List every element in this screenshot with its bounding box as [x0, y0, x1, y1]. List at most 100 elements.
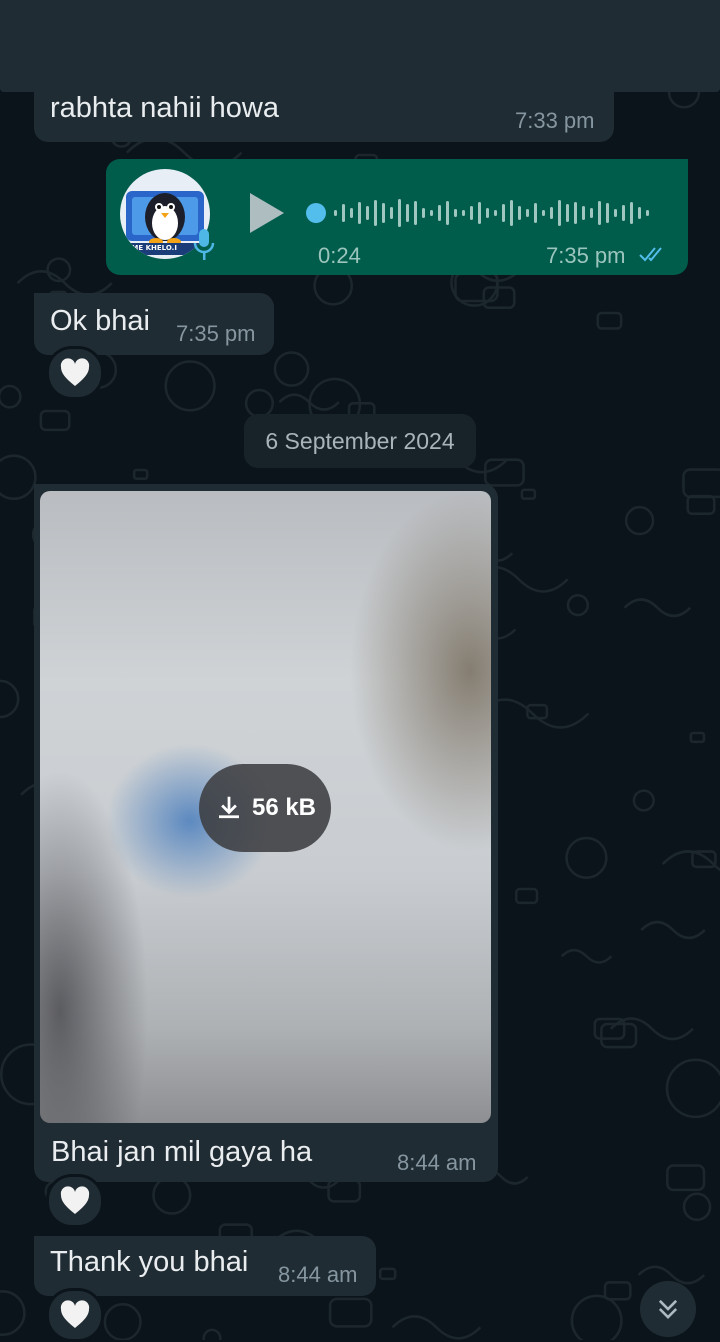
message-bubble-incoming[interactable]: Thank you bhai 8:44 am [34, 1236, 376, 1296]
wallpaper-doodle [132, 468, 149, 480]
double-chevron-down-icon [658, 1299, 678, 1319]
wallpaper-doodle [328, 1297, 373, 1328]
waveform-bar [614, 209, 617, 217]
wallpaper-doodle [152, 1175, 192, 1215]
more-vertical-icon [674, 27, 682, 59]
waveform-bar [358, 202, 361, 224]
double-check-icon [639, 247, 662, 262]
voice-duration: 0:24 [318, 243, 361, 268]
wallpaper-doodle [566, 593, 590, 617]
waveform-bar [502, 204, 505, 222]
download-icon [218, 796, 239, 819]
waveform-bar [430, 210, 433, 216]
wallpaper-doodle [570, 1294, 623, 1340]
waveform-bar [526, 209, 529, 217]
waveform-bar [414, 201, 417, 225]
wallpaper-doodle [682, 468, 720, 499]
wallpaper-doodle [482, 286, 516, 310]
message-time: 7:33 pm [515, 108, 595, 133]
white-heart-icon [60, 1300, 90, 1328]
wallpaper-doodle [640, 920, 706, 940]
message-text: Ok bhai [50, 305, 150, 337]
waveform-bar [590, 208, 593, 218]
waveform-bar [406, 204, 409, 222]
message-time: 7:35 pm [176, 321, 256, 346]
wallpaper-doodle [391, 1315, 482, 1340]
wallpaper-doodle [565, 836, 608, 879]
waveform-bar [486, 208, 489, 218]
reaction-badge[interactable] [46, 346, 104, 400]
waveform-bar [574, 202, 577, 224]
wallpaper-doodle [682, 1192, 712, 1222]
waveform-bar [558, 200, 561, 226]
waveform-bar [646, 210, 649, 216]
message-time: 8:44 am [278, 1262, 358, 1287]
wallpaper-doodle [665, 1058, 720, 1119]
reaction-badge[interactable] [46, 1288, 104, 1342]
menu-button[interactable] [657, 20, 699, 66]
waveform-bar [638, 207, 641, 219]
date-separator: 6 September 2024 [244, 414, 476, 468]
message-time: 7:35 pm [546, 243, 626, 268]
waveform-bar [478, 202, 481, 224]
waveform-bar [382, 203, 385, 223]
waveform-bar [494, 210, 497, 216]
wallpaper-doodle [603, 1281, 632, 1301]
waveform-bar [454, 209, 457, 217]
wallpaper-doodle [164, 360, 216, 412]
avatar-text: AME KHELO.I [126, 244, 177, 252]
waveform-bar [366, 206, 369, 220]
wallpaper-doodle [623, 598, 692, 618]
waveform-bar [510, 200, 513, 226]
wallpaper-doodle [39, 409, 71, 432]
message-text: rabhta nahii howa [50, 92, 279, 124]
waveform-bar [342, 204, 345, 222]
microphone-icon [193, 229, 215, 260]
white-heart-icon [60, 1186, 90, 1214]
waveform-bar [446, 201, 449, 225]
waveform-bar [422, 208, 425, 218]
voice-message-bubble[interactable]: AME KHELO.I 0:24 7:35 pm [106, 159, 688, 275]
waveform-bar [518, 206, 521, 220]
waveform-bar [438, 205, 441, 221]
message-bubble-incoming[interactable]: rabhta nahii howa 7:33 pm [34, 60, 614, 142]
reaction-badge[interactable] [46, 1174, 104, 1228]
voice-waveform[interactable] [304, 193, 666, 233]
video-camera-icon [491, 31, 524, 55]
wallpaper-doodle [514, 887, 539, 905]
waveform-bar [606, 203, 609, 223]
waveform-bar [350, 208, 353, 218]
wallpaper-doodle [686, 494, 716, 516]
waveform-bar [598, 201, 601, 225]
playhead-dot [306, 203, 326, 223]
wallpaper-doodle [596, 311, 623, 330]
wallpaper-doodle [202, 1328, 222, 1340]
waveform-bar [470, 206, 473, 220]
waveform-bar [542, 210, 545, 216]
wallpaper-doodle [632, 789, 655, 812]
download-button[interactable]: 56 kB [199, 764, 331, 852]
wallpaper-doodle [273, 351, 310, 387]
wallpaper-doodle [378, 1267, 397, 1281]
waveform-bar [566, 204, 569, 222]
waveform-bar [462, 210, 465, 216]
waveform-bar [534, 203, 537, 223]
message-time: 8:44 am [397, 1150, 477, 1175]
wallpaper-doodle [624, 505, 655, 536]
waveform-bar [334, 210, 337, 216]
wallpaper-doodle [0, 454, 37, 501]
wallpaper-doodle [103, 1302, 142, 1340]
phone-icon [587, 28, 612, 55]
waveform-bar [582, 206, 585, 220]
wallpaper-doodle [600, 1022, 638, 1049]
message-text: Thank you bhai [50, 1246, 249, 1278]
wallpaper-doodle [0, 679, 20, 719]
arrow-left-icon [21, 31, 45, 55]
wallpaper-doodle [0, 384, 22, 409]
wallpaper-doodle [244, 388, 274, 418]
scroll-to-bottom-button[interactable] [640, 1281, 696, 1337]
wallpaper-doodle [0, 1290, 26, 1336]
play-button[interactable] [244, 191, 288, 235]
wallpaper-doodle [560, 948, 613, 964]
wallpaper-doodle [689, 731, 706, 744]
